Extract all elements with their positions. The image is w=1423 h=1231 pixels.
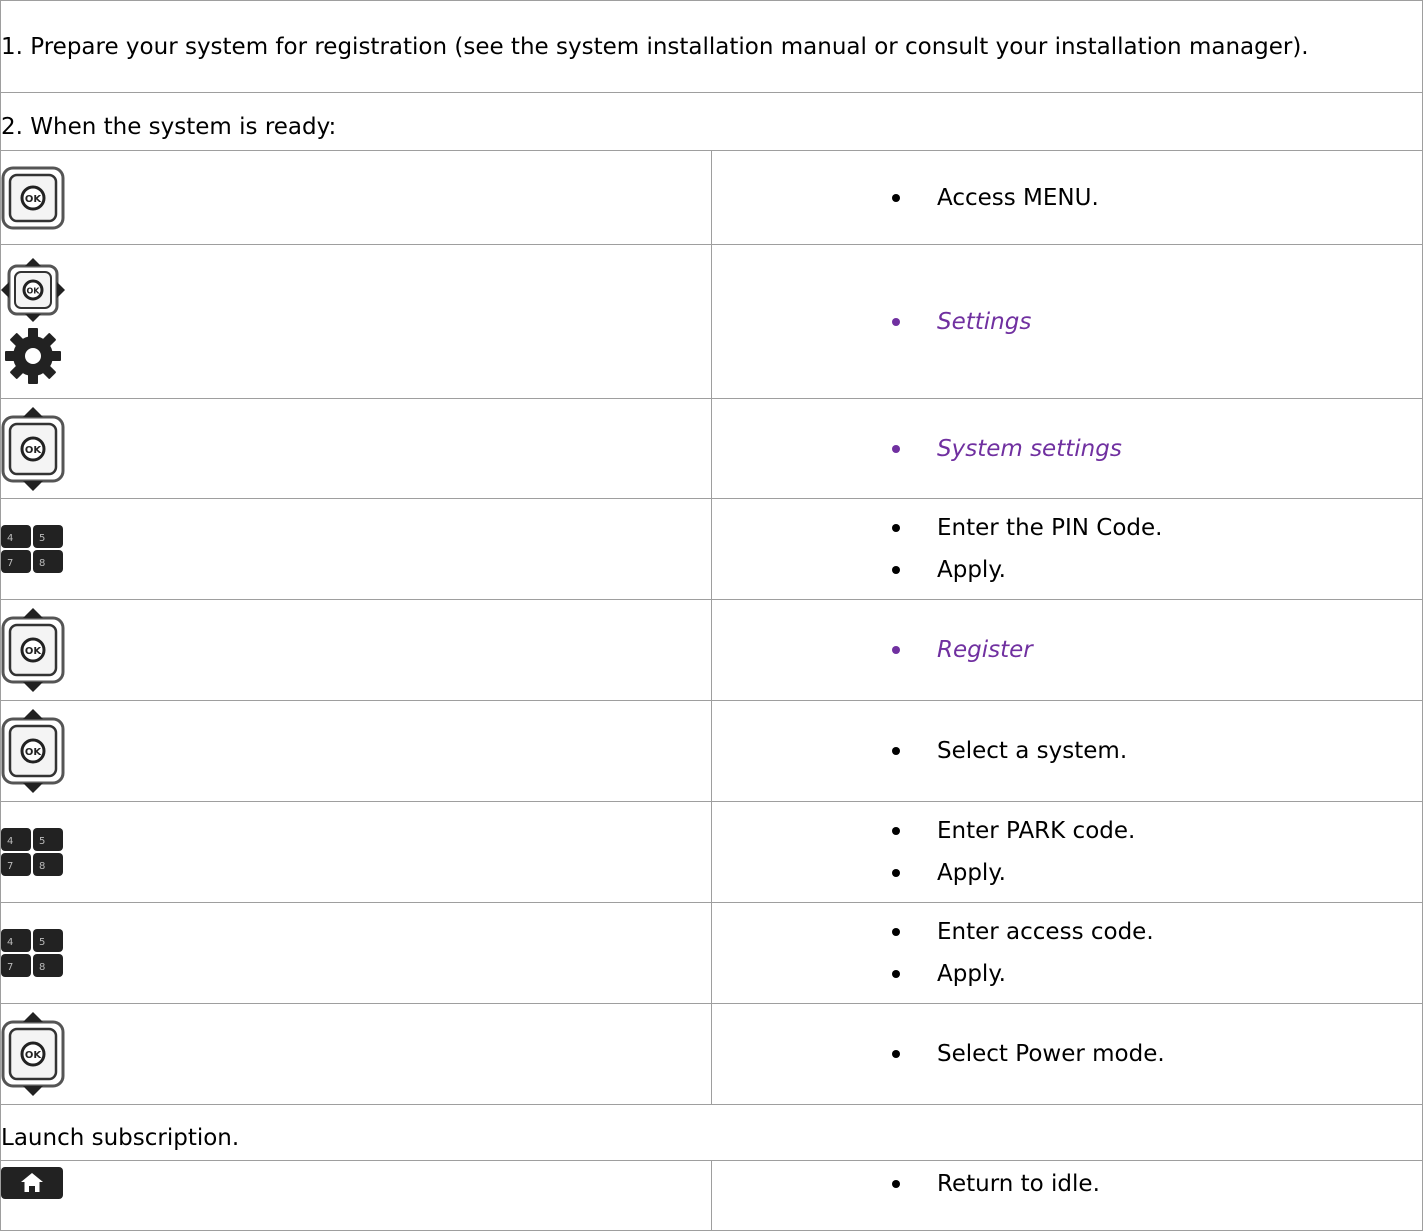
navigation-up-down-icon: [1, 709, 65, 793]
navigation-up-down-icon: [1, 407, 65, 491]
navigation-4way-icon: OK: [1, 257, 65, 384]
keypad-icon: 4 5 7 8: [1, 525, 63, 573]
icon-cell: 4 5 7 8: [0, 498, 712, 600]
icon-cell: 4 5 7 8: [0, 801, 712, 903]
keypad-key: 7: [7, 558, 13, 569]
launch-subscription-text: Launch subscription.: [1, 1124, 240, 1151]
intro-cell: 1. Prepare your system for registration …: [0, 0, 1423, 93]
keypad-key: 5: [39, 533, 45, 544]
keypad-key: 8: [39, 962, 45, 973]
text-cell: Enter access code. Apply.: [711, 902, 1423, 1004]
select-system-item: Select a system.: [712, 730, 1422, 772]
step-row: System settings: [0, 398, 1423, 499]
keypad-icon: 4 5 7 8: [1, 828, 63, 876]
text-cell: Enter PARK code. Apply.: [711, 801, 1423, 903]
navigation-up-down-icon: [1, 1012, 65, 1096]
when-ready-cell: 2. When the system is ready:: [0, 92, 1423, 151]
step-row: Select Power mode.: [0, 1003, 1423, 1105]
register-menu-item: Register: [712, 629, 1422, 671]
keypad-key: 7: [7, 861, 13, 872]
keypad-key: 8: [39, 861, 45, 872]
icon-cell: [0, 700, 712, 802]
access-menu-item: Access MENU.: [712, 177, 1422, 219]
text-cell: Register: [711, 599, 1423, 701]
enter-park-item: Enter PARK code.: [712, 810, 1422, 852]
ok-key-icon: [1, 166, 65, 230]
select-power-item: Select Power mode.: [712, 1033, 1422, 1075]
text-cell: Access MENU.: [711, 150, 1423, 245]
step-row: Register: [0, 599, 1423, 701]
keypad-key: 4: [7, 937, 13, 948]
text-cell: Select a system.: [711, 700, 1423, 802]
navigation-up-down-icon: [1, 608, 65, 692]
icon-cell: [0, 1160, 712, 1231]
keypad-key: 5: [39, 836, 45, 847]
launch-cell: Launch subscription.: [0, 1104, 1423, 1161]
step-row: 4 5 7 8 Enter access code. Apply.: [0, 902, 1423, 1004]
registration-steps-table: 1. Prepare your system for registration …: [0, 0, 1423, 1231]
svg-text:OK: OK: [27, 286, 41, 295]
icon-cell: [0, 150, 712, 245]
return-idle-item: Return to idle.: [712, 1163, 1422, 1205]
icon-cell: [0, 1003, 712, 1105]
settings-menu-item: Settings: [712, 301, 1422, 343]
apply-item: Apply.: [712, 852, 1422, 894]
apply-item: Apply.: [712, 549, 1422, 591]
when-ready-text: 2. When the system is ready:: [1, 113, 337, 140]
text-cell: Select Power mode.: [711, 1003, 1423, 1105]
intro-text: 1. Prepare your system for registration …: [1, 33, 1309, 60]
icon-cell: 4 5 7 8: [0, 902, 712, 1004]
keypad-key: 5: [39, 937, 45, 948]
keypad-icon: 4 5 7 8: [1, 929, 63, 977]
text-cell: System settings: [711, 398, 1423, 499]
keypad-key: 4: [7, 836, 13, 847]
keypad-key: 4: [7, 533, 13, 544]
text-cell: Return to idle.: [711, 1160, 1423, 1231]
step-row: 4 5 7 8 Enter PARK code. Apply.: [0, 801, 1423, 903]
enter-access-item: Enter access code.: [712, 911, 1422, 953]
system-settings-menu-item: System settings: [712, 428, 1422, 470]
step-row: Access MENU.: [0, 150, 1423, 245]
icon-cell: [0, 599, 712, 701]
gear-icon: [5, 327, 61, 384]
apply-item: Apply.: [712, 953, 1422, 995]
icon-cell: OK: [0, 244, 712, 399]
step-row: Return to idle.: [0, 1160, 1423, 1231]
home-icon: [1, 1167, 63, 1199]
keypad-key: 8: [39, 558, 45, 569]
keypad-key: 7: [7, 962, 13, 973]
step-row: 4 5 7 8 Enter the PIN Code. Apply.: [0, 498, 1423, 600]
text-cell: Enter the PIN Code. Apply.: [711, 498, 1423, 600]
text-cell: Settings: [711, 244, 1423, 399]
step-row: Select a system.: [0, 700, 1423, 802]
step-row: OK Settings: [0, 244, 1423, 399]
icon-cell: [0, 398, 712, 499]
enter-pin-item: Enter the PIN Code.: [712, 507, 1422, 549]
